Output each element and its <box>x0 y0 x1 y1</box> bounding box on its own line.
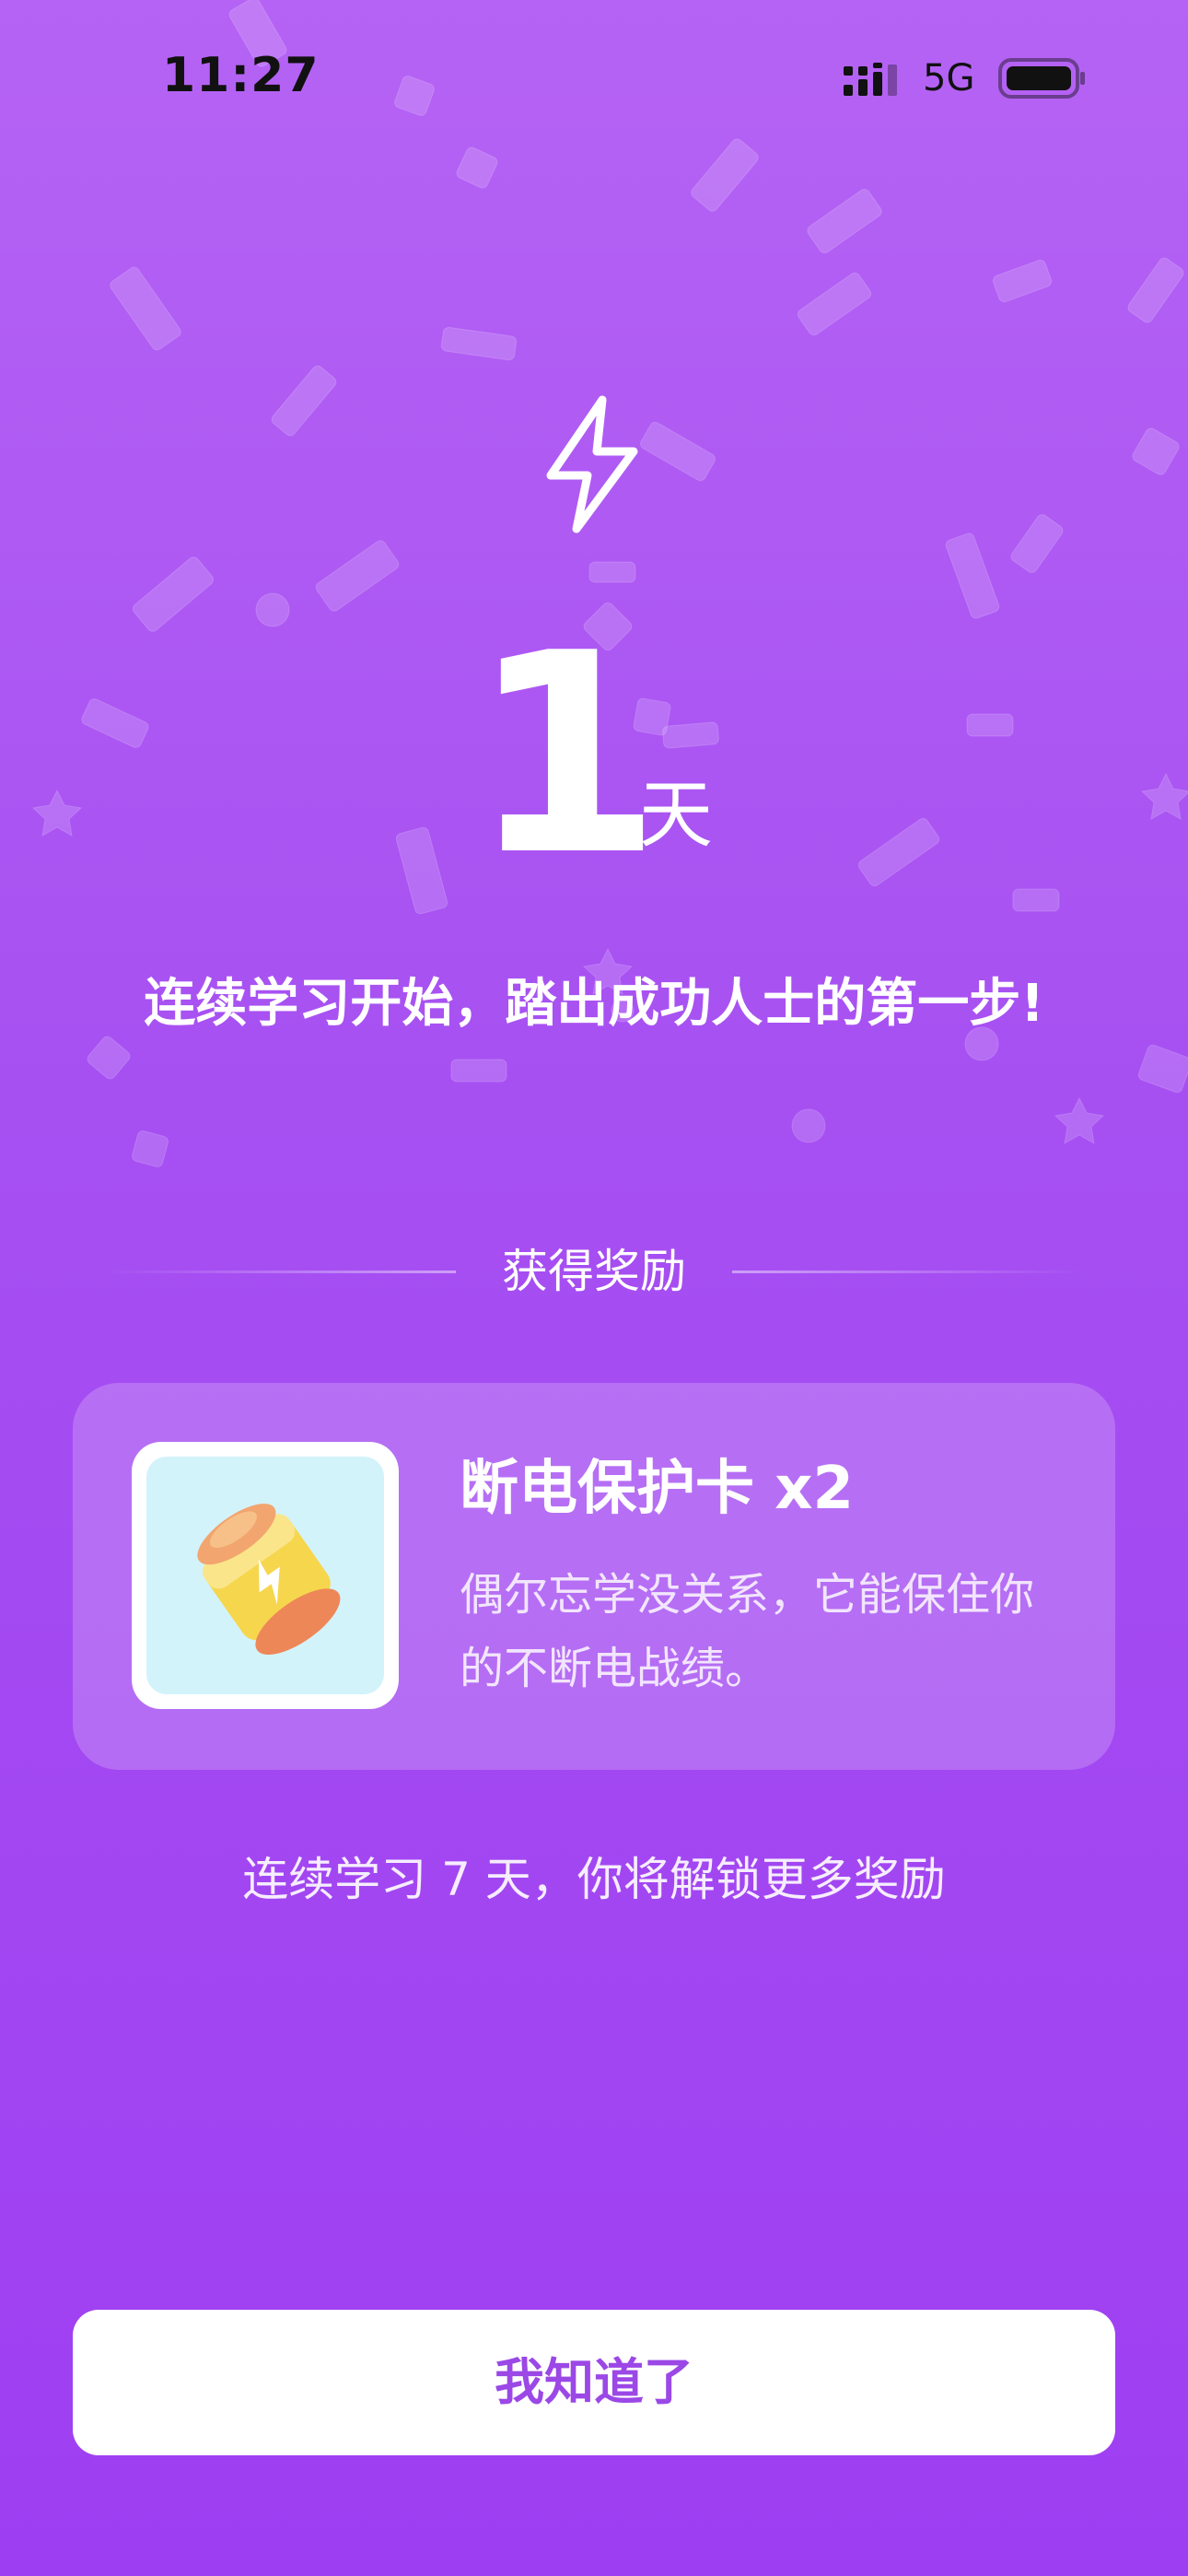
streak-counter: 1 天 <box>0 594 1188 916</box>
streak-reward-screen: 11:27 5G 1 天 连续学习开始，踏出成功人士的第一步! 获得奖励 断电保… <box>0 0 1188 2576</box>
reward-section-divider: 获得奖励 <box>101 1239 1087 1304</box>
divider-line-right <box>732 1270 1087 1273</box>
reward-description: 偶尔忘学没关系，它能保住你的不断电战绩。 <box>460 1569 1035 1694</box>
confirm-button[interactable]: 我知道了 <box>73 2310 1115 2455</box>
unlock-hint: 连续学习 7 天，你将解锁更多奖励 <box>242 1853 946 1906</box>
reward-card: 断电保护卡 x2 偶尔忘学没关系，它能保住你的不断电战绩。 <box>73 1383 1115 1770</box>
lightning-bolt-icon <box>546 395 638 533</box>
confirm-button-label: 我知道了 <box>495 2353 693 2411</box>
reward-title: 断电保护卡 x2 <box>460 1455 855 1523</box>
reward-thumbnail <box>132 1442 399 1709</box>
battery-card-icon <box>197 1504 341 1655</box>
signal-icon <box>844 63 897 96</box>
status-bar: 11:27 5G <box>0 0 1188 157</box>
battery-icon <box>998 58 1085 99</box>
streak-count: 1 <box>470 594 662 916</box>
status-time: 11:27 <box>162 48 320 103</box>
reward-thumbnail-inner <box>146 1457 384 1694</box>
streak-headline: 连续学习开始，踏出成功人士的第一步! <box>144 974 1044 1034</box>
streak-unit: 天 <box>639 772 713 858</box>
network-label: 5G <box>923 57 975 100</box>
